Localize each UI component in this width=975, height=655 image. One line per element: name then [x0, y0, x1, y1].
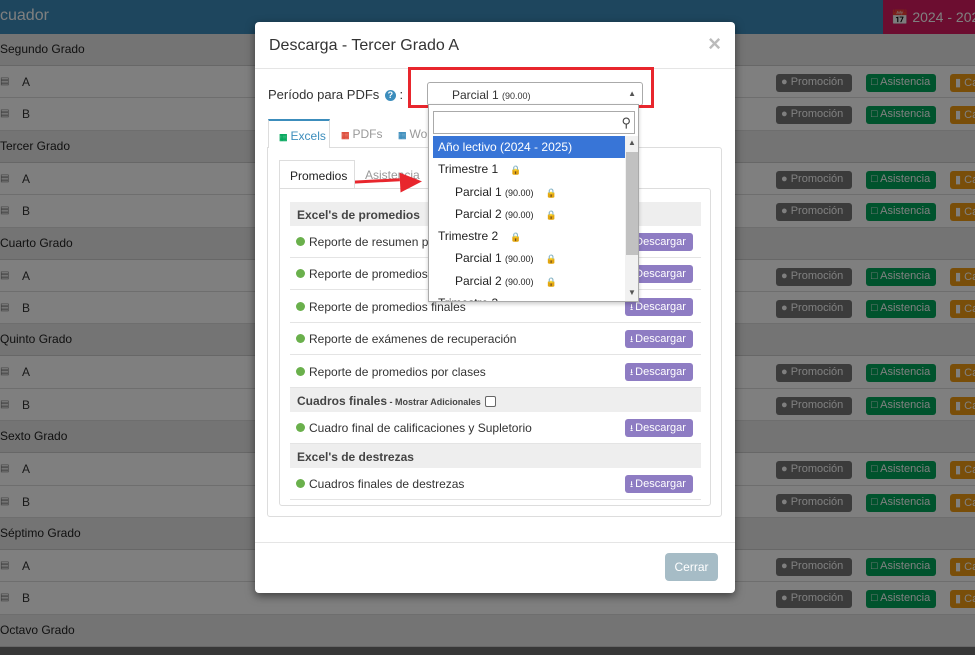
descargar-label: Descargar [635, 478, 686, 491]
modal-title: Descarga - Tercer Grado A [269, 37, 460, 54]
section-subtitle: - Mostrar Adicionales [387, 397, 481, 407]
download-icon: ⭳ [630, 301, 634, 312]
descargar-label: Descargar [635, 365, 686, 378]
report-label: Reporte de promedios por clases [309, 364, 486, 379]
option-score: (90.00) [505, 254, 534, 265]
annotation-arrow-head [399, 171, 423, 193]
scroll-down-icon[interactable]: ▼ [628, 288, 636, 297]
tab-word[interactable]: ▦ Wo [388, 119, 428, 148]
mostrar-adicionales-checkbox[interactable] [484, 396, 496, 408]
status-dot-icon [296, 301, 305, 311]
lock-icon: 🔒 [545, 276, 557, 287]
option-label: Trimestre 2 [438, 229, 499, 244]
scroll-up-icon[interactable]: ▲ [628, 138, 636, 147]
periodo-dropdown: ⚲ Año lectivo (2024 - 2025) Trimestre 1 🔒 P… [428, 104, 639, 302]
list-section-header: Cuadros finales - Mostrar Adicionales [290, 388, 701, 412]
option-label: Trimestre 3 [438, 296, 498, 301]
download-icon: ⭳ [630, 423, 634, 433]
report-label: Cuadro final de calificaciones y Supleto… [309, 421, 532, 435]
report-row: Cuadros finales de destrezas ⭳ Descargar [290, 468, 701, 501]
descargar-label: Descargar [635, 300, 686, 313]
dropdown-option[interactable]: Parcial 1 (90.00) 🔒 [429, 181, 625, 203]
option-label: Parcial 2 [455, 273, 502, 288]
option-score: (90.00) [505, 209, 534, 220]
periodo-label: Período para PDFs ? : [268, 87, 403, 102]
close-icon[interactable]: × [708, 33, 721, 55]
lock-icon: 🔒 [545, 254, 557, 265]
dropdown-option[interactable]: Parcial 1 (90.00) 🔒 [429, 247, 625, 269]
tab-excels[interactable]: ▦ Excels [268, 119, 330, 148]
option-label: Parcial 1 [455, 184, 502, 199]
tab-promedios[interactable]: Promedios [279, 160, 355, 188]
report-label: Reporte de resumen pro [309, 235, 440, 249]
download-icon: ⭳ [630, 334, 634, 345]
dropdown-option[interactable]: Parcial 2 (90.00) 🔒 [429, 203, 625, 225]
dropdown-search-input[interactable]: ⚲ [433, 111, 635, 134]
periodo-label-suffix: : [395, 87, 404, 102]
lock-icon: 🔒 [510, 165, 522, 176]
periodo-label-text: Período para PDFs [268, 87, 380, 102]
section-title: Cuadros finales [297, 394, 388, 408]
report-row: Cuadro final de calificaciones y Supleto… [290, 412, 701, 444]
descargar-label: Descargar [635, 333, 686, 346]
download-icon: ⭳ [630, 479, 634, 490]
dropdown-options: Año lectivo (2024 - 2025) Trimestre 1 🔒 Par… [429, 136, 625, 301]
pdf-file-icon: ▦ [341, 130, 350, 140]
option-label: Trimestre 1 [438, 162, 499, 177]
scrollbar-thumb[interactable] [626, 152, 638, 255]
word-file-icon: ▦ [398, 130, 407, 140]
descargar-label: Descargar [635, 268, 686, 281]
report-row: Reporte de exámenes de recuperación ⭳ Desc… [290, 323, 701, 356]
dropdown-option[interactable]: Trimestre 3 [429, 292, 625, 301]
tab-pdfs-label: PDFs [352, 127, 383, 141]
search-icon: ⚲ [621, 115, 631, 130]
report-label: Cuadros finales de destrezas [309, 477, 465, 492]
download-icon: ⭳ [630, 366, 634, 377]
tab-excels-label: Excels [290, 129, 326, 143]
excel-file-icon: ▦ [279, 132, 288, 142]
option-label: Parcial 1 [455, 251, 502, 266]
option-score: (90.00) [505, 276, 534, 287]
status-dot-icon [296, 366, 305, 376]
status-dot-icon [296, 334, 305, 344]
lock-icon: 🔒 [545, 187, 557, 198]
tab-pdfs[interactable]: ▦ PDFs [331, 119, 387, 148]
dropdown-option[interactable]: Año lectivo (2024 - 2025) [433, 136, 625, 159]
section-title: Excel's de promedios [297, 208, 420, 222]
lock-icon: 🔒 [545, 209, 557, 220]
list-section-header: Excel's de destrezas [290, 444, 701, 469]
highlight-box [408, 67, 654, 108]
dropdown-option[interactable]: Trimestre 1 🔒 [429, 158, 625, 180]
descargar-label: Descargar [635, 236, 686, 248]
status-dot-icon [296, 237, 305, 246]
option-label: Parcial 2 [455, 206, 502, 221]
report-label: Reporte de promedios [309, 267, 428, 282]
status-dot-icon [296, 479, 305, 489]
report-row: Reporte de promedios por clases ⭳ Descarga… [290, 356, 701, 388]
dropdown-option[interactable]: Trimestre 2 🔒 [429, 225, 625, 247]
dropdown-scrollbar[interactable]: ▲ ▼ [625, 136, 638, 301]
cerrar-button[interactable]: Cerrar [665, 553, 718, 581]
section-title: Excel's de destrezas [297, 450, 414, 465]
report-label: Reporte de exámenes de recuperación [309, 332, 517, 347]
option-score: (90.00) [505, 187, 534, 198]
tab-word-label: Wo [409, 127, 428, 141]
descargar-button[interactable]: ⭳Descargar [625, 362, 693, 381]
modal-footer: Cerrar [255, 542, 735, 593]
status-dot-icon [296, 423, 305, 432]
descargar-button[interactable]: ⭳Descargar [625, 475, 693, 494]
modal-header: Descarga - Tercer Grado A × [255, 22, 735, 69]
descargar-button[interactable]: ⭳Descargar [625, 419, 693, 437]
help-icon[interactable]: ? [384, 90, 396, 102]
descargar-button[interactable]: ⭳Descargar [625, 330, 693, 349]
option-label: Año lectivo (2024 - 2025) [438, 140, 573, 154]
dropdown-option[interactable]: Parcial 2 (90.00) 🔒 [429, 270, 625, 292]
status-dot-icon [296, 269, 305, 279]
lock-icon: 🔒 [510, 232, 522, 243]
descargar-label: Descargar [635, 422, 686, 434]
